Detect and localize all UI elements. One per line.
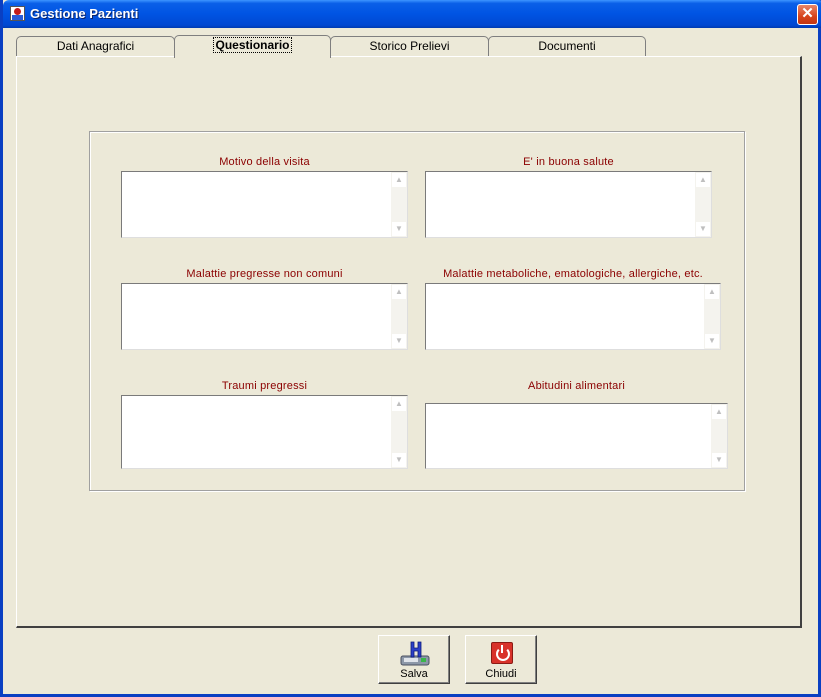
title-bar[interactable]: Gestione Pazienti ✕ <box>3 0 821 28</box>
floppy-save-icon <box>400 641 430 666</box>
tab-documenti[interactable]: Documenti <box>488 36 646 56</box>
tab-label: Questionario <box>213 37 292 53</box>
memo-malattie-pregresse[interactable]: ▲ ▼ <box>121 283 408 350</box>
main-window: Gestione Pazienti ✕ Dati Anagrafici Ques… <box>0 0 821 697</box>
save-button-label: Salva <box>400 668 428 680</box>
scroll-up-icon[interactable]: ▲ <box>392 285 406 299</box>
window-close-button[interactable]: ✕ <box>797 4 818 25</box>
tab-label: Dati Anagrafici <box>56 39 135 53</box>
app-icon <box>10 6 25 21</box>
memo-traumi-pregressi[interactable]: ▲ ▼ <box>121 395 408 469</box>
scroll-up-icon[interactable]: ▲ <box>392 397 406 411</box>
field-label-traumi-pregressi: Traumi pregressi <box>221 380 308 392</box>
tab-label: Documenti <box>538 39 596 53</box>
scroll-down-icon[interactable]: ▼ <box>705 334 719 348</box>
power-close-icon <box>491 642 513 664</box>
window-title: Gestione Pazienti <box>30 6 139 21</box>
vertical-scrollbar[interactable]: ▲ ▼ <box>391 172 407 237</box>
vertical-scrollbar[interactable]: ▲ ▼ <box>695 172 711 237</box>
memo-malattie-metaboliche[interactable]: ▲ ▼ <box>425 283 721 350</box>
memo-buona-salute[interactable]: ▲ ▼ <box>425 171 712 238</box>
vertical-scrollbar[interactable]: ▲ ▼ <box>391 396 407 468</box>
scroll-down-icon[interactable]: ▼ <box>392 334 406 348</box>
scroll-up-icon[interactable]: ▲ <box>712 405 726 419</box>
scroll-up-icon[interactable]: ▲ <box>696 173 710 187</box>
field-label-malattie-metaboliche: Malattie metaboliche, ematologiche, alle… <box>443 268 703 280</box>
vertical-scrollbar[interactable]: ▲ ▼ <box>711 404 727 468</box>
field-label-buona-salute: E' in buona salute <box>523 156 614 168</box>
scroll-up-icon[interactable]: ▲ <box>705 285 719 299</box>
memo-motivo-visita[interactable]: ▲ ▼ <box>121 171 408 238</box>
scroll-down-icon[interactable]: ▼ <box>712 453 726 467</box>
field-label-malattie-pregresse: Malattie pregresse non comuni <box>186 268 343 280</box>
tab-label: Storico Prelievi <box>369 39 450 53</box>
scroll-down-icon[interactable]: ▼ <box>392 453 406 467</box>
memo-abitudini-alimentari[interactable]: ▲ ▼ <box>425 403 728 469</box>
close-button[interactable]: Chiudi <box>465 635 537 684</box>
field-label-abitudini-alimentari: Abitudini alimentari <box>528 380 625 392</box>
scroll-down-icon[interactable]: ▼ <box>392 222 406 236</box>
close-button-label: Chiudi <box>485 668 517 680</box>
save-button[interactable]: Salva <box>378 635 450 684</box>
tab-storico-prelievi[interactable]: Storico Prelievi <box>330 36 489 56</box>
tab-questionario[interactable]: Questionario <box>174 35 331 58</box>
vertical-scrollbar[interactable]: ▲ ▼ <box>391 284 407 349</box>
scroll-down-icon[interactable]: ▼ <box>696 222 710 236</box>
field-label-motivo-visita: Motivo della visita <box>219 156 310 168</box>
tab-dati-anagrafici[interactable]: Dati Anagrafici <box>16 36 175 56</box>
vertical-scrollbar[interactable]: ▲ ▼ <box>704 284 720 349</box>
scroll-up-icon[interactable]: ▲ <box>392 173 406 187</box>
